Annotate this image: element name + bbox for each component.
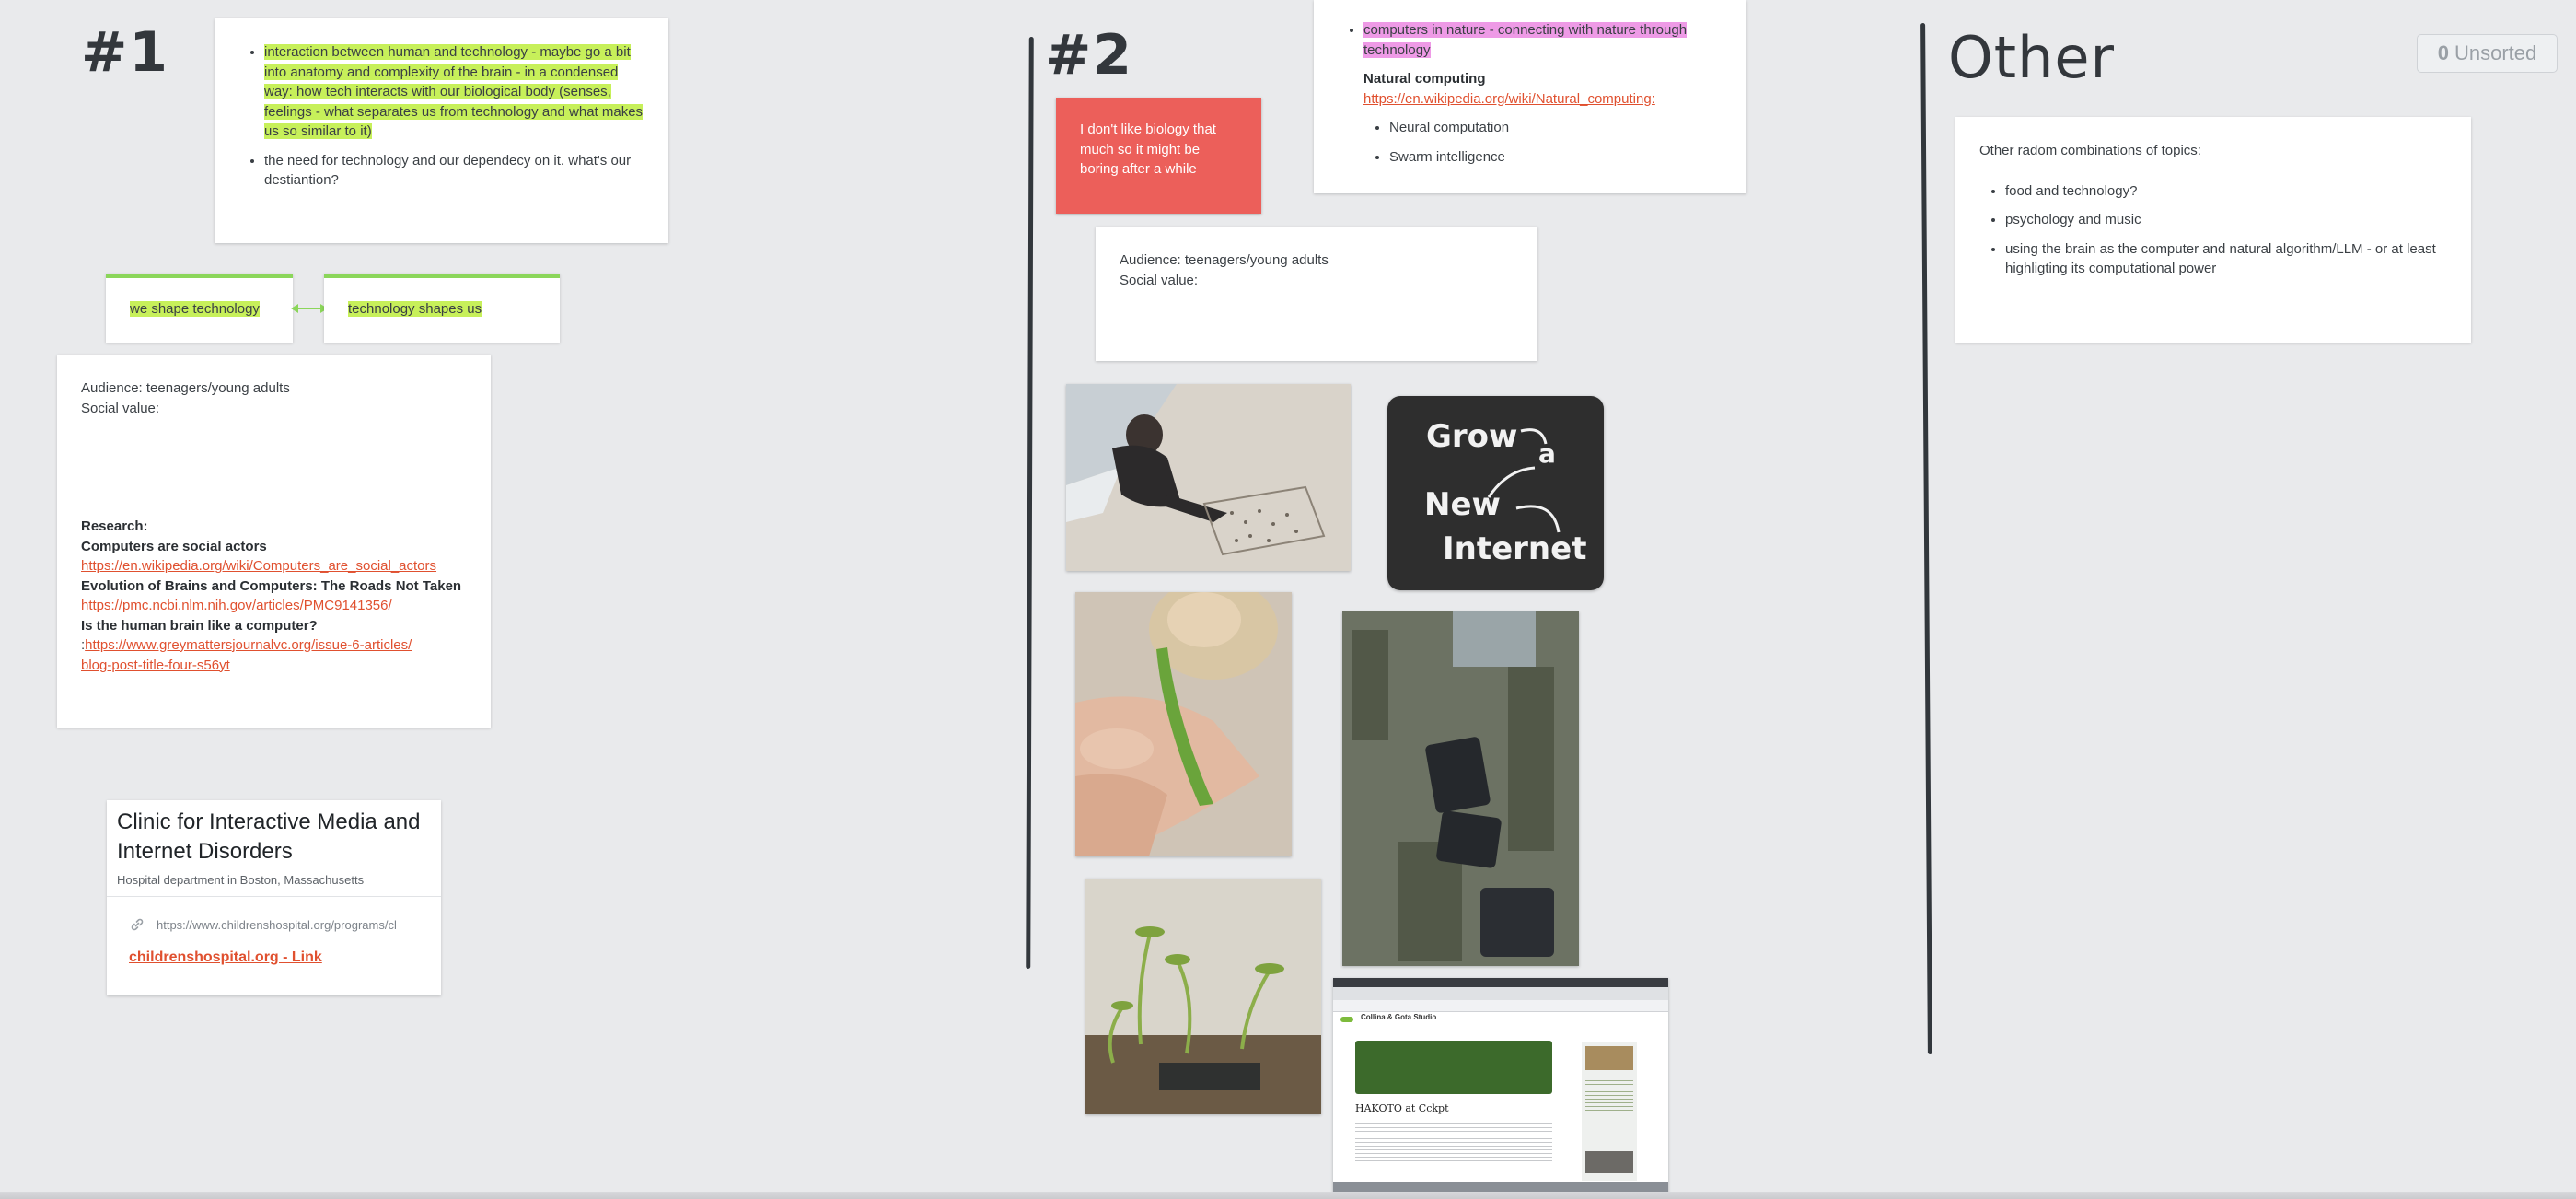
list-item: using the brain as the computer and natu…	[2005, 239, 2447, 279]
list-item: food and technology?	[2005, 181, 2447, 202]
list-item: Natural computing https://en.wikipedia.o…	[1363, 69, 1723, 109]
research-title-3: Is the human brain like a computer?	[81, 617, 318, 634]
board-bottom-edge	[0, 1192, 2576, 1199]
link-card-subtitle: Hospital department in Boston, Massachus…	[117, 873, 365, 887]
screenshot-tabs	[1333, 987, 1668, 1000]
website-screenshot[interactable]: Collina & Gota Studio HAKOTO at Cckpt	[1333, 978, 1668, 1194]
screenshot-logo-icon	[1340, 1017, 1353, 1022]
plant-hand-image	[1075, 592, 1292, 856]
audience-text: Audience: teenagers/young adults	[1120, 252, 1329, 268]
natural-computing-title: Natural computing	[1363, 71, 1486, 87]
list-item: computers in nature - connecting with na…	[1363, 20, 1723, 60]
list-item: interaction between human and technology…	[264, 42, 644, 142]
screenshot-heading: HAKOTO at Cckpt	[1355, 1102, 1449, 1114]
tag-card-we-shape[interactable]: we shape technology	[106, 274, 293, 343]
photo-plant-hand[interactable]	[1075, 592, 1292, 856]
tag-label: technology shapes us	[348, 301, 482, 317]
note-card-other-topics[interactable]: Other radom combinations of topics: food…	[1955, 117, 2471, 343]
screenshot-addressbar	[1333, 1000, 1668, 1012]
screenshot-brand: Collina & Gota Studio	[1361, 1013, 1437, 1021]
link-card-url: https://www.childrenshospital.org/progra…	[157, 917, 397, 932]
list-item: Swarm intelligence	[1389, 147, 1723, 168]
screenshot-sidebar	[1582, 1042, 1637, 1181]
audience-text: Audience: teenagers/young adults	[81, 380, 290, 396]
screenshot-body-text	[1355, 1121, 1552, 1162]
research-heading: Research:	[81, 518, 148, 534]
sand-image	[1066, 384, 1351, 571]
column-title-1: #1	[81, 20, 170, 85]
seedlings-image	[1085, 879, 1321, 1114]
screenshot-hero-image	[1355, 1041, 1552, 1094]
screenshot-menubar	[1333, 978, 1668, 987]
unsorted-button[interactable]: 0 Unsorted	[2417, 34, 2558, 73]
column-divider-2	[1920, 22, 1932, 1055]
column-title-2: #2	[1045, 23, 1134, 87]
research-title-1: Computers are social actors	[81, 538, 267, 554]
tag-card-tech-shapes[interactable]: technology shapes us	[324, 274, 560, 343]
note-card-col1-research[interactable]: Audience: teenagers/young adults Social …	[57, 355, 491, 728]
column-divider-1	[1026, 36, 1034, 970]
tree-image	[1342, 611, 1579, 966]
note-card-col2-nature[interactable]: computers in nature - connecting with na…	[1314, 0, 1746, 193]
sticky-text: I don't like biology that much so it mig…	[1080, 122, 1216, 177]
social-value-text: Social value:	[1120, 272, 1199, 288]
link-card-title: Clinic for Interactive Media and Interne…	[117, 809, 421, 864]
list-item: Neural computation	[1389, 118, 1723, 138]
link-card-link[interactable]: childrenshospital.org - Link	[129, 949, 322, 965]
list-item: psychology and music	[2005, 210, 2447, 230]
logo-curves	[1487, 428, 1561, 533]
grow-a-new-internet-logo[interactable]: Grow a New Internet	[1387, 396, 1604, 590]
link-icon	[131, 918, 144, 931]
photo-tree-devices[interactable]	[1342, 611, 1579, 966]
photo-sand-drawing[interactable]	[1066, 384, 1351, 571]
research-title-2: Evolution of Brains and Computers: The R…	[81, 577, 462, 594]
other-intro: Other radom combinations of topics:	[1979, 143, 2201, 158]
note-card-col1-topics[interactable]: interaction between human and technology…	[215, 18, 668, 243]
social-value-text: Social value:	[81, 400, 160, 416]
note-card-col2-audience[interactable]: Audience: teenagers/young adults Social …	[1096, 227, 1537, 361]
sticky-note-biology[interactable]: I don't like biology that much so it mig…	[1056, 98, 1261, 214]
unsorted-label: Unsorted	[2454, 41, 2537, 64]
list-item: the need for technology and our dependec…	[264, 151, 644, 191]
link-card-clinic[interactable]: Clinic for Interactive Media and Interne…	[107, 800, 441, 995]
research-link-3[interactable]: https://www.greymattersjournalvc.org/iss…	[81, 637, 412, 673]
research-link-2[interactable]: https://pmc.ncbi.nlm.nih.gov/articles/PM…	[81, 598, 392, 613]
connector-arrow	[291, 304, 328, 313]
photo-seedlings[interactable]	[1085, 879, 1321, 1114]
natural-computing-link[interactable]: https://en.wikipedia.org/wiki/Natural_co…	[1363, 91, 1655, 107]
unsorted-count: 0	[2437, 41, 2449, 64]
tag-label: we shape technology	[130, 301, 260, 317]
research-link-1[interactable]: https://en.wikipedia.org/wiki/Computers_…	[81, 558, 436, 574]
column-title-other: Other	[1948, 24, 2116, 91]
